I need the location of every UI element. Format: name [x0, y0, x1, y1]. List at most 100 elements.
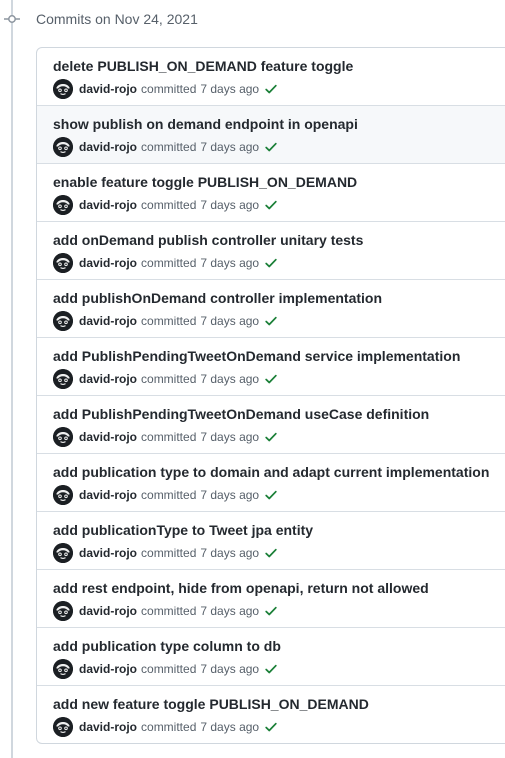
- commit-title-link[interactable]: add publication type column to db: [53, 637, 281, 655]
- avatar[interactable]: [53, 369, 73, 389]
- commit-row: enable feature toggle PUBLISH_ON_DEMAND …: [37, 163, 505, 221]
- commit-time: 7 days ago: [200, 372, 260, 386]
- commit-row: delete PUBLISH_ON_DEMAND feature toggle …: [37, 48, 505, 105]
- avatar[interactable]: [53, 427, 73, 447]
- commit-time: 7 days ago: [200, 662, 260, 676]
- commit-title-link[interactable]: add publication type to domain and adapt…: [53, 463, 489, 481]
- commit-title-link[interactable]: add publicationType to Tweet jpa entity: [53, 521, 313, 539]
- check-icon[interactable]: [264, 372, 278, 386]
- check-icon[interactable]: [264, 198, 278, 212]
- commit-time: 7 days ago: [200, 314, 260, 328]
- commit-meta: david-rojo committed 7 days ago: [53, 717, 278, 737]
- check-icon[interactable]: [264, 604, 278, 618]
- check-icon[interactable]: [264, 314, 278, 328]
- commit-action-text: committed: [141, 662, 197, 676]
- avatar[interactable]: [53, 659, 73, 679]
- commit-title-link[interactable]: add rest endpoint, hide from openapi, re…: [53, 579, 429, 597]
- commit-title-link[interactable]: add onDemand publish controller unitary …: [53, 231, 363, 249]
- commit-list-box: delete PUBLISH_ON_DEMAND feature toggle …: [36, 47, 505, 744]
- commit-action-text: committed: [141, 82, 197, 96]
- commit-author-link[interactable]: david-rojo: [79, 314, 137, 328]
- commit-action-text: committed: [141, 140, 197, 154]
- commit-author-link[interactable]: david-rojo: [79, 140, 137, 154]
- commit-row: add PublishPendingTweetOnDemand service …: [37, 337, 505, 395]
- commit-time: 7 days ago: [200, 430, 260, 444]
- check-icon[interactable]: [264, 430, 278, 444]
- commit-meta: david-rojo committed 7 days ago: [53, 253, 278, 273]
- avatar[interactable]: [53, 601, 73, 621]
- commit-time: 7 days ago: [200, 256, 260, 270]
- commit-meta: david-rojo committed 7 days ago: [53, 137, 278, 157]
- commit-title-link[interactable]: enable feature toggle PUBLISH_ON_DEMAND: [53, 173, 357, 191]
- commit-time: 7 days ago: [200, 82, 260, 96]
- commit-row: add onDemand publish controller unitary …: [37, 221, 505, 279]
- commit-meta: david-rojo committed 7 days ago: [53, 601, 278, 621]
- commit-time: 7 days ago: [200, 140, 260, 154]
- commit-meta: david-rojo committed 7 days ago: [53, 485, 278, 505]
- commit-meta: david-rojo committed 7 days ago: [53, 659, 278, 679]
- commit-action-text: committed: [141, 314, 197, 328]
- commit-meta: david-rojo committed 7 days ago: [53, 427, 278, 447]
- commit-row: add publication type column to db david-…: [37, 627, 505, 685]
- check-icon[interactable]: [264, 488, 278, 502]
- commit-title-link[interactable]: show publish on demand endpoint in opena…: [53, 115, 358, 133]
- commit-row: add publication type to domain and adapt…: [37, 453, 505, 511]
- commit-row: add new feature toggle PUBLISH_ON_DEMAND…: [37, 685, 505, 743]
- check-icon[interactable]: [264, 720, 278, 734]
- commit-author-link[interactable]: david-rojo: [79, 546, 137, 560]
- commit-author-link[interactable]: david-rojo: [79, 662, 137, 676]
- avatar[interactable]: [53, 253, 73, 273]
- commit-row: add PublishPendingTweetOnDemand useCase …: [37, 395, 505, 453]
- check-icon[interactable]: [264, 140, 278, 154]
- commit-action-text: committed: [141, 546, 197, 560]
- commit-row: add rest endpoint, hide from openapi, re…: [37, 569, 505, 627]
- avatar[interactable]: [53, 543, 73, 563]
- commit-action-text: committed: [141, 488, 197, 502]
- commit-action-text: committed: [141, 256, 197, 270]
- avatar[interactable]: [53, 311, 73, 331]
- commit-author-link[interactable]: david-rojo: [79, 256, 137, 270]
- commit-time: 7 days ago: [200, 604, 260, 618]
- avatar[interactable]: [53, 485, 73, 505]
- commit-group-date: Commits on Nov 24, 2021: [36, 11, 198, 27]
- commit-author-link[interactable]: david-rojo: [79, 198, 137, 212]
- commit-author-link[interactable]: david-rojo: [79, 430, 137, 444]
- commit-meta: david-rojo committed 7 days ago: [53, 311, 278, 331]
- commit-row: show publish on demand endpoint in opena…: [37, 105, 505, 163]
- commit-action-text: committed: [141, 372, 197, 386]
- commit-author-link[interactable]: david-rojo: [79, 82, 137, 96]
- commit-title-link[interactable]: delete PUBLISH_ON_DEMAND feature toggle: [53, 57, 353, 75]
- commit-title-link[interactable]: add PublishPendingTweetOnDemand service …: [53, 347, 460, 365]
- commit-title-link[interactable]: add publishOnDemand controller implement…: [53, 289, 382, 307]
- timeline-line: [11, 0, 13, 758]
- commit-time: 7 days ago: [200, 488, 260, 502]
- commit-author-link[interactable]: david-rojo: [79, 372, 137, 386]
- commit-meta: david-rojo committed 7 days ago: [53, 369, 278, 389]
- commit-action-text: committed: [141, 604, 197, 618]
- commit-list: delete PUBLISH_ON_DEMAND feature toggle …: [37, 48, 505, 743]
- commit-meta: david-rojo committed 7 days ago: [53, 195, 278, 215]
- check-icon[interactable]: [264, 546, 278, 560]
- git-commit-icon: [4, 11, 20, 27]
- commit-author-link[interactable]: david-rojo: [79, 720, 137, 734]
- check-icon[interactable]: [264, 662, 278, 676]
- commit-row: add publicationType to Tweet jpa entity …: [37, 511, 505, 569]
- commit-title-link[interactable]: add new feature toggle PUBLISH_ON_DEMAND: [53, 695, 369, 713]
- commit-action-text: committed: [141, 198, 197, 212]
- commit-time: 7 days ago: [200, 198, 260, 212]
- avatar[interactable]: [53, 137, 73, 157]
- commit-time: 7 days ago: [200, 720, 260, 734]
- check-icon[interactable]: [264, 256, 278, 270]
- commit-author-link[interactable]: david-rojo: [79, 488, 137, 502]
- commit-action-text: committed: [141, 720, 197, 734]
- avatar[interactable]: [53, 717, 73, 737]
- commit-author-link[interactable]: david-rojo: [79, 604, 137, 618]
- commit-row: add publishOnDemand controller implement…: [37, 279, 505, 337]
- commit-meta: david-rojo committed 7 days ago: [53, 543, 278, 563]
- avatar[interactable]: [53, 195, 73, 215]
- commit-time: 7 days ago: [200, 546, 260, 560]
- check-icon[interactable]: [264, 82, 278, 96]
- commit-title-link[interactable]: add PublishPendingTweetOnDemand useCase …: [53, 405, 429, 423]
- commit-action-text: committed: [141, 430, 197, 444]
- avatar[interactable]: [53, 79, 73, 99]
